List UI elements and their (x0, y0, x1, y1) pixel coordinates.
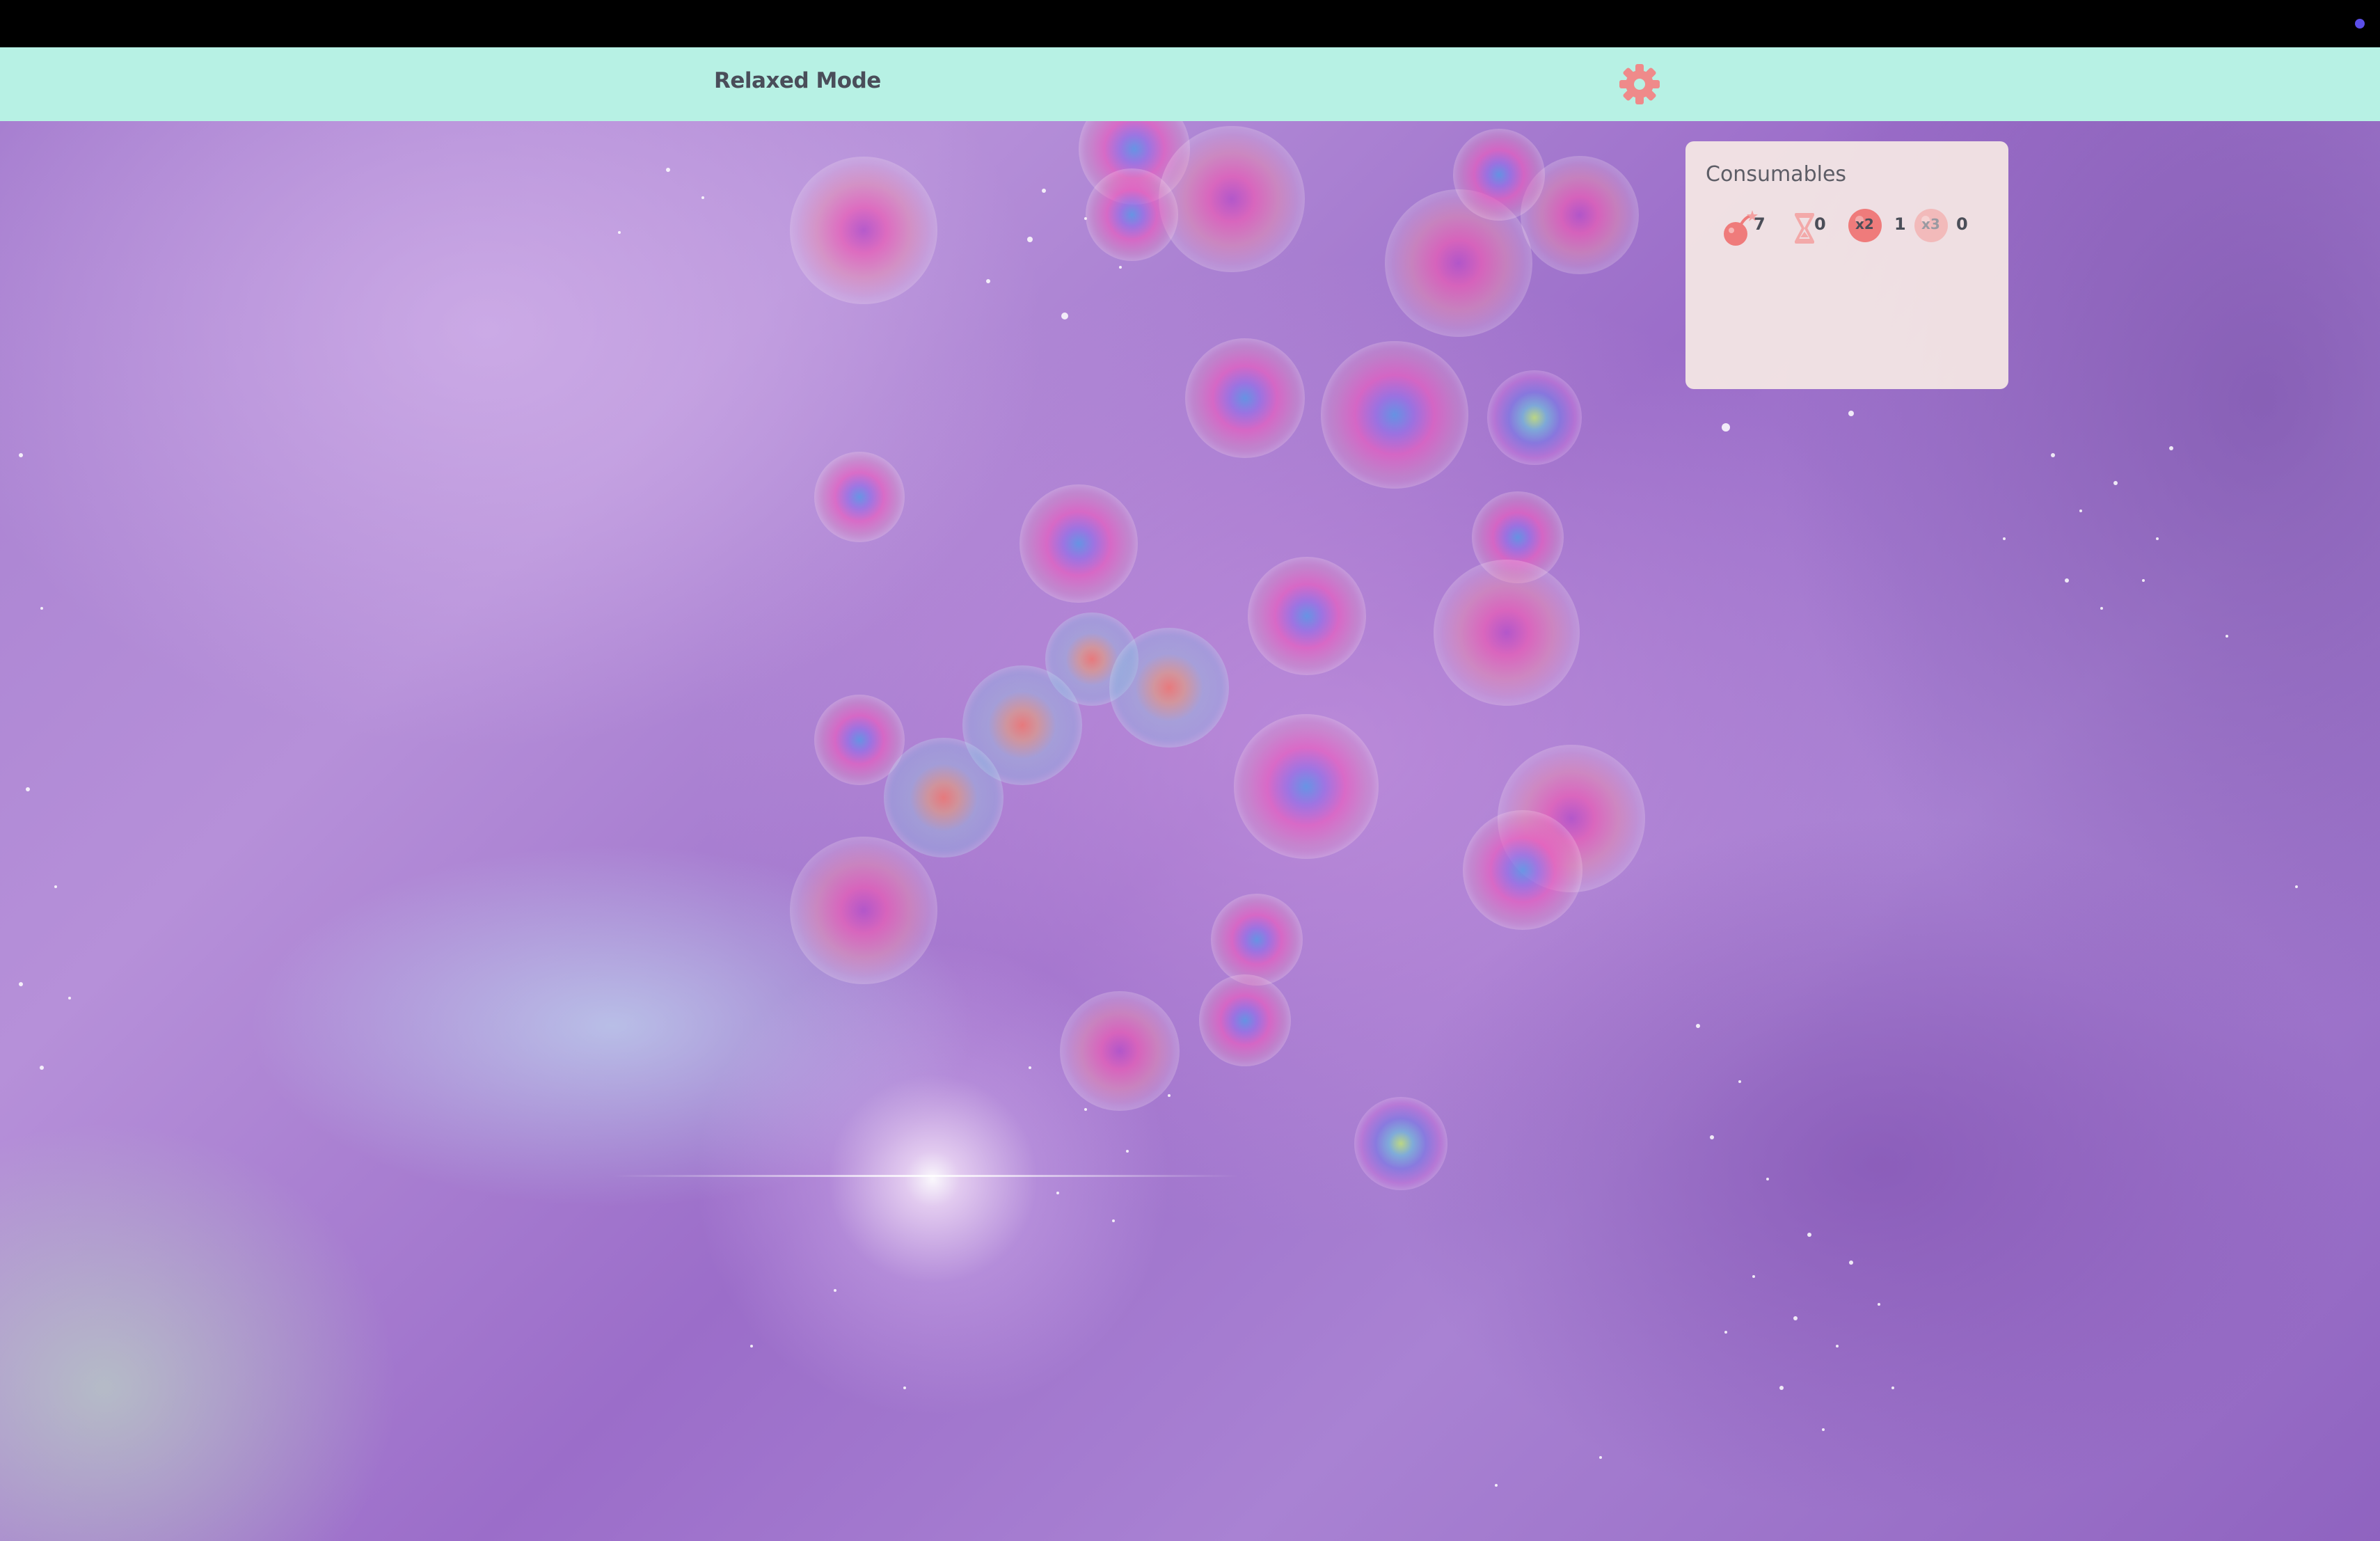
bubble-playfield[interactable] (0, 121, 2380, 1541)
status-dot (2355, 19, 2365, 29)
bubble[interactable] (790, 157, 937, 304)
bubble[interactable] (1321, 341, 1468, 489)
bubble[interactable] (1434, 560, 1580, 706)
bubble[interactable] (884, 738, 1003, 858)
hourglass-count: 0 (1814, 214, 1826, 234)
bubble[interactable] (1248, 557, 1366, 675)
settings-button[interactable] (1617, 61, 1663, 107)
bubble[interactable] (1199, 974, 1291, 1066)
mode-title: Relaxed Mode (714, 68, 881, 93)
consumables-panel: Consumables 7 0 x2 1 x3 0 (1685, 141, 2008, 389)
gear-icon (1619, 64, 1660, 104)
multiplier-x3-label: x3 (1921, 216, 1940, 232)
top-bar (0, 0, 2380, 47)
bubble[interactable] (814, 452, 905, 542)
bubble[interactable] (1020, 484, 1138, 603)
bubble[interactable] (1453, 129, 1545, 221)
bubble[interactable] (1159, 126, 1305, 272)
bubble[interactable] (1463, 810, 1582, 930)
bubble[interactable] (1211, 894, 1303, 986)
light-flare (612, 1175, 1239, 1177)
bubble[interactable] (1234, 714, 1379, 859)
game-header: Relaxed Mode (0, 47, 2380, 121)
bubble[interactable] (1060, 991, 1180, 1111)
x3-count: 0 (1956, 214, 1968, 234)
bubble[interactable] (1086, 168, 1178, 261)
bomb-count: 7 (1754, 214, 1766, 234)
multiplier-x2-label: x2 (1855, 216, 1874, 232)
bubble[interactable] (1109, 628, 1229, 748)
bubble[interactable] (1354, 1097, 1447, 1190)
consumables-title: Consumables (1706, 162, 1847, 187)
x2-count: 1 (1894, 214, 1906, 234)
bubble[interactable] (1487, 370, 1582, 465)
starfield (19, 168, 2298, 1487)
bubble[interactable] (790, 837, 937, 984)
bubble[interactable] (1185, 338, 1305, 458)
